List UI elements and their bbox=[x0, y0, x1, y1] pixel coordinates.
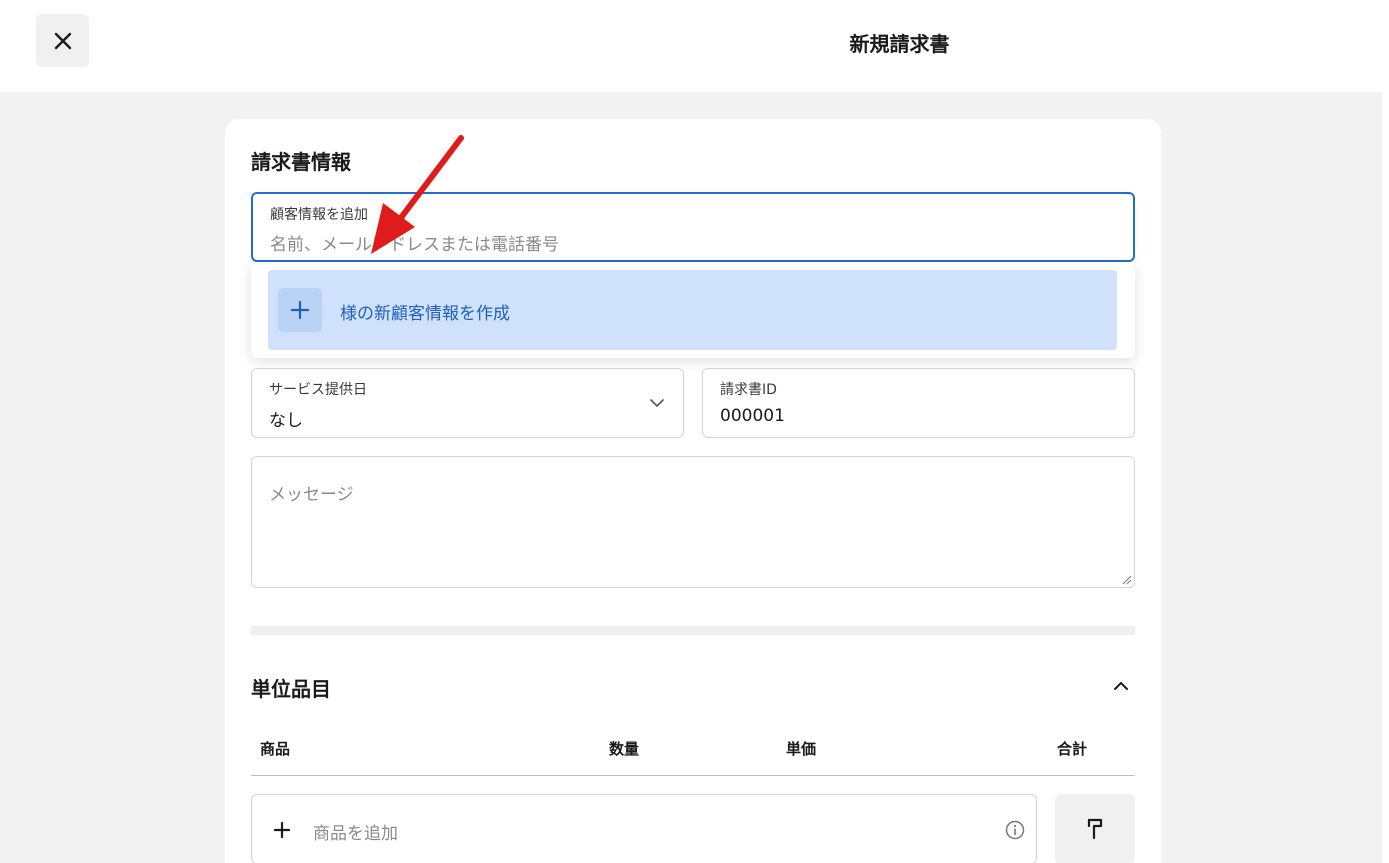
info-icon[interactable] bbox=[1005, 820, 1025, 840]
message-textarea[interactable]: メッセージ bbox=[251, 456, 1135, 588]
customer-field-label: 顧客情報を追加 bbox=[270, 207, 368, 223]
invoice-id-value: 000001 bbox=[720, 406, 785, 426]
line-items-title: 単位品目 bbox=[251, 677, 331, 701]
top-bar: 新規請求書 bbox=[0, 0, 1389, 92]
chevron-down-icon bbox=[650, 399, 664, 408]
right-scroll-strip bbox=[1382, 92, 1389, 863]
customer-field-placeholder: 名前、メールアドレスまたは電話番号 bbox=[270, 235, 559, 255]
invoice-id-label: 請求書ID bbox=[720, 382, 777, 398]
invoice-info-title: 請求書情報 bbox=[251, 150, 351, 174]
add-item-placeholder: 商品を追加 bbox=[313, 824, 398, 844]
column-header-unit-price: 単価 bbox=[786, 740, 817, 758]
service-date-label: サービス提供日 bbox=[269, 382, 367, 398]
resize-handle-icon[interactable] bbox=[1122, 575, 1132, 585]
chevron-up-icon[interactable] bbox=[1113, 680, 1129, 691]
service-date-select[interactable]: サービス提供日 なし bbox=[251, 368, 684, 438]
column-header-quantity: 数量 bbox=[609, 740, 640, 758]
column-header-product: 商品 bbox=[260, 740, 291, 758]
add-item-field[interactable]: 商品を追加 bbox=[251, 794, 1037, 863]
section-divider bbox=[251, 626, 1135, 635]
customer-dropdown: 様の新顧客情報を作成 bbox=[251, 262, 1135, 358]
paint-roller-icon bbox=[1087, 818, 1103, 840]
service-date-value: なし bbox=[269, 411, 303, 431]
page-title: 新規請求書 bbox=[849, 32, 950, 56]
plus-icon-box bbox=[278, 288, 322, 332]
column-header-total: 合計 bbox=[1057, 740, 1088, 758]
create-new-customer-label: 様の新顧客情報を作成 bbox=[340, 304, 510, 324]
message-placeholder: メッセージ bbox=[269, 485, 354, 505]
plus-icon bbox=[290, 300, 310, 320]
customer-field[interactable]: 顧客情報を追加 名前、メールアドレスまたは電話番号 bbox=[251, 192, 1135, 262]
invoice-id-field[interactable]: 請求書ID 000001 bbox=[702, 368, 1135, 438]
table-header-divider bbox=[251, 775, 1135, 776]
paint-roller-button[interactable] bbox=[1055, 794, 1135, 863]
plus-icon bbox=[273, 821, 291, 839]
create-new-customer-option[interactable]: 様の新顧客情報を作成 bbox=[268, 270, 1117, 350]
